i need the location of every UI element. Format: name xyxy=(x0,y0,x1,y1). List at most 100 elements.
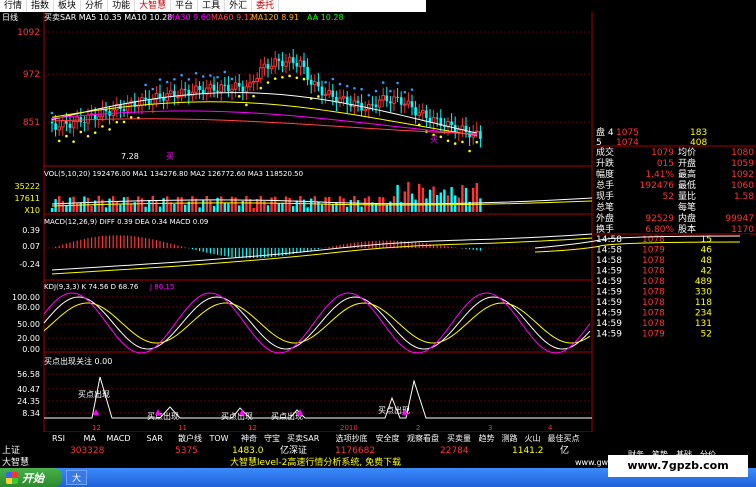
indicator-tab-5[interactable]: TOW xyxy=(209,434,229,443)
start-button[interactable]: 开始 xyxy=(0,468,62,487)
menu-item-6[interactable]: 平台 xyxy=(171,0,199,12)
macd-bar xyxy=(227,248,229,257)
candle-body xyxy=(237,82,241,87)
sar-dot xyxy=(129,116,133,119)
candle-body xyxy=(269,65,274,70)
volume-bar xyxy=(238,205,241,212)
ma60-line xyxy=(51,118,477,135)
indicator-tab-3[interactable]: SAR xyxy=(147,434,164,443)
volume-bar xyxy=(65,205,68,212)
menu-item-3[interactable]: 分析 xyxy=(81,0,109,12)
indicator-tab-16[interactable]: 最佳买点 xyxy=(548,433,580,443)
macd-bar xyxy=(109,235,111,248)
candle-body xyxy=(273,58,277,67)
menu-item-5[interactable]: 大智慧 xyxy=(135,0,172,12)
menu-item-7[interactable]: 工具 xyxy=(198,0,226,12)
quote-field-label: 换手 xyxy=(596,223,614,235)
macd-bar xyxy=(389,240,391,248)
macd-bar xyxy=(199,248,201,252)
menu-item-4[interactable]: 功能 xyxy=(108,0,136,12)
indicator-tab-9[interactable]: 选项抄底 xyxy=(336,433,368,443)
macd-bar xyxy=(220,248,222,256)
sar-dot xyxy=(165,80,169,84)
indicator-tab-12[interactable]: 买卖量 xyxy=(447,434,471,443)
indicator-tab-1[interactable]: MA xyxy=(84,434,97,443)
candle-body xyxy=(151,98,155,105)
indicator-tab-11[interactable]: 观察看盘 xyxy=(407,433,439,443)
tick-time: 14:59 xyxy=(596,288,622,298)
candle-body xyxy=(341,96,346,99)
macd-bar xyxy=(278,248,280,257)
sar-dot xyxy=(381,81,385,84)
volume-bar xyxy=(274,196,277,212)
candle-body xyxy=(410,101,414,108)
menu-item-2[interactable]: 板块 xyxy=(54,0,82,12)
macd-bar xyxy=(260,248,262,258)
candle-body xyxy=(169,90,173,95)
volume-bar xyxy=(97,196,100,212)
signal-axis-label: 8.34 xyxy=(22,409,40,418)
macd-header: MACD(12,26,9) DIFF 0.39 DEA 0.34 MACD 0.… xyxy=(44,218,208,226)
volume-bar xyxy=(432,186,435,212)
volume-bar xyxy=(245,196,248,212)
indicator-tab-6[interactable]: 神奇 xyxy=(241,433,257,443)
volume-bar xyxy=(130,204,133,212)
period-label: 日线 xyxy=(2,12,18,22)
indicator-tab-14[interactable]: 测路 xyxy=(502,433,518,443)
tick-price: 1078 xyxy=(642,267,665,277)
sar-dot xyxy=(475,140,479,144)
candle-body xyxy=(414,107,417,116)
macd-bar xyxy=(80,239,82,248)
candle-body xyxy=(71,121,76,129)
menu-item-0[interactable]: 行情 xyxy=(0,0,28,12)
macd-axis-label: -0.24 xyxy=(19,260,40,269)
volume-bar xyxy=(472,187,475,212)
volume-bar xyxy=(389,201,392,212)
indicator-tab-7[interactable]: 守宝 xyxy=(264,433,280,443)
indicator-tab-13[interactable]: 趋势 xyxy=(479,433,495,443)
macd-bar xyxy=(447,246,449,248)
volume-bar xyxy=(205,196,208,212)
price-axis-label: 972 xyxy=(23,70,40,80)
indicator-tab-0[interactable]: RSI xyxy=(52,434,65,443)
indicator-tab-2[interactable]: MACD xyxy=(107,434,131,443)
sar-dot xyxy=(295,76,299,80)
signal-header: 买点出现关注 0.00 xyxy=(44,356,112,366)
tick-volume: 46 xyxy=(701,246,713,256)
menu-item-9[interactable]: 委托 xyxy=(252,0,280,12)
volume-bar xyxy=(223,202,226,212)
candle-body xyxy=(421,109,425,114)
quote-field-label: 幅度 xyxy=(596,168,614,180)
volume-bar xyxy=(155,200,158,212)
macd-bar xyxy=(386,240,388,248)
candle-body xyxy=(356,100,360,103)
taskbar-app-button[interactable]: 大 xyxy=(66,470,88,485)
candle-body xyxy=(100,108,105,118)
candle-body xyxy=(233,82,238,90)
menu-item-8[interactable]: 外汇 xyxy=(225,0,253,12)
indicator-tab-10[interactable]: 安全度 xyxy=(376,433,400,443)
indicator-tab-15[interactable]: 火山 xyxy=(525,433,541,443)
indicator-tab-8[interactable]: 买卖SAR xyxy=(287,434,320,443)
taskbar-app-label: 大 xyxy=(72,474,82,484)
candle-body xyxy=(403,103,407,106)
volume-bar xyxy=(194,198,198,212)
tick-price: 1078 xyxy=(642,298,665,308)
menu-item-1[interactable]: 指数 xyxy=(27,0,55,12)
signal-axis-label: 24.35 xyxy=(17,397,40,406)
volume-bar xyxy=(346,206,349,212)
quote-field-label2: 开盘 xyxy=(678,157,696,169)
candle-body xyxy=(259,67,263,79)
volume-bar xyxy=(410,193,414,212)
macd-bar xyxy=(451,246,453,248)
stock-chart[interactable]: 日线 买卖SAR MA5 10.35 MA10 10.28MA30 9.60 MA6… xyxy=(0,12,756,468)
price-axis-label: 851 xyxy=(23,118,40,128)
sar-dot xyxy=(338,82,342,86)
ma30-label: MA30 9.60 xyxy=(168,13,211,22)
quote-field-label2: 股本 xyxy=(678,223,696,235)
indicator-tab-4[interactable]: 散户线 xyxy=(178,433,202,443)
volume-bar xyxy=(475,182,478,212)
quote-field-label: 外盘 xyxy=(596,212,614,224)
candle-body xyxy=(194,85,198,93)
macd-bar xyxy=(443,245,445,248)
